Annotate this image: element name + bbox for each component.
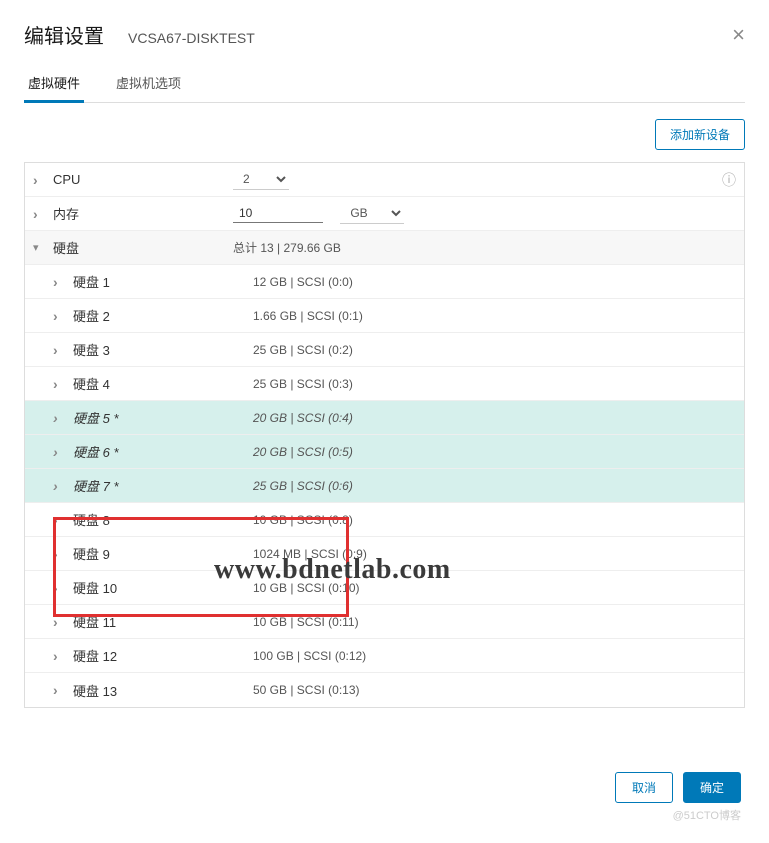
cpu-select[interactable]: 2 [233, 169, 289, 190]
disk-row[interactable]: 硬盘 8 10 GB | SCSI (0:8) [25, 503, 744, 537]
disk-row[interactable]: 硬盘 6 * 20 GB | SCSI (0:5) [25, 435, 744, 469]
disk-value: 10 GB | SCSI (0:8) [253, 513, 736, 527]
disk-label: 硬盘 2 [73, 306, 110, 325]
disk-value: 1.66 GB | SCSI (0:1) [253, 309, 736, 323]
disk-value: 10 GB | SCSI (0:10) [253, 581, 736, 595]
chevron-right-icon [53, 444, 67, 460]
chevron-right-icon [53, 614, 67, 630]
dialog-header: 编辑设置 VCSA67-DISKTEST × [24, 20, 745, 49]
info-icon[interactable] [722, 170, 736, 190]
chevron-right-icon [53, 546, 67, 562]
disk-value: 25 GB | SCSI (0:6) [253, 479, 736, 493]
disk-value: 100 GB | SCSI (0:12) [253, 649, 736, 663]
disk-value: 1024 MB | SCSI (0:9) [253, 547, 736, 561]
disks-label: 硬盘 [53, 238, 79, 257]
vm-name: VCSA67-DISKTEST [128, 30, 255, 46]
disk-row[interactable]: 硬盘 2 1.66 GB | SCSI (0:1) [25, 299, 744, 333]
disk-label: 硬盘 3 [73, 340, 110, 359]
disk-label: 硬盘 11 [73, 612, 116, 631]
disk-row[interactable]: 硬盘 9 1024 MB | SCSI (0:9) [25, 537, 744, 571]
disk-row[interactable]: 硬盘 13 50 GB | SCSI (0:13) [25, 673, 744, 707]
tab-vm-options[interactable]: 虚拟机选项 [112, 65, 185, 102]
memory-label: 内存 [53, 204, 79, 223]
disk-row[interactable]: 硬盘 3 25 GB | SCSI (0:2) [25, 333, 744, 367]
memory-input[interactable] [233, 204, 323, 223]
disk-value: 25 GB | SCSI (0:3) [253, 377, 736, 391]
dialog-title: 编辑设置 [24, 20, 104, 49]
disk-value: 10 GB | SCSI (0:11) [253, 615, 736, 629]
chevron-right-icon [33, 172, 47, 188]
tab-virtual-hardware[interactable]: 虚拟硬件 [24, 65, 84, 103]
close-icon[interactable]: × [732, 22, 745, 48]
memory-unit-select[interactable]: GB [340, 203, 404, 224]
disk-value: 20 GB | SCSI (0:5) [253, 445, 736, 459]
ok-button[interactable]: 确定 [683, 772, 741, 803]
chevron-right-icon [53, 682, 67, 698]
disk-row[interactable]: 硬盘 4 25 GB | SCSI (0:3) [25, 367, 744, 401]
chevron-right-icon [33, 206, 47, 222]
hardware-grid: CPU 2 内存 GB [24, 162, 745, 708]
disk-label: 硬盘 10 [73, 578, 117, 597]
chevron-right-icon [53, 342, 67, 358]
disk-label: 硬盘 6 * [73, 442, 119, 461]
disk-value: 25 GB | SCSI (0:2) [253, 343, 736, 357]
cpu-label: CPU [53, 172, 80, 187]
disk-label: 硬盘 9 [73, 544, 110, 563]
disk-label: 硬盘 12 [73, 646, 117, 665]
row-memory[interactable]: 内存 GB [25, 197, 744, 231]
disks-summary: 总计 13 | 279.66 GB [233, 239, 736, 256]
chevron-right-icon [53, 478, 67, 494]
chevron-right-icon [53, 274, 67, 290]
row-cpu[interactable]: CPU 2 [25, 163, 744, 197]
disk-row[interactable]: 硬盘 12 100 GB | SCSI (0:12) [25, 639, 744, 673]
disk-label: 硬盘 1 [73, 272, 110, 291]
tab-bar: 虚拟硬件 虚拟机选项 [24, 65, 745, 103]
disk-label: 硬盘 7 * [73, 476, 119, 495]
chevron-right-icon [53, 376, 67, 392]
disk-label: 硬盘 8 [73, 510, 110, 529]
disk-row[interactable]: 硬盘 11 10 GB | SCSI (0:11) [25, 605, 744, 639]
chevron-right-icon [53, 410, 67, 426]
chevron-right-icon [53, 580, 67, 596]
disk-row[interactable]: 硬盘 1 12 GB | SCSI (0:0) [25, 265, 744, 299]
disk-row[interactable]: 硬盘 10 10 GB | SCSI (0:10) [25, 571, 744, 605]
chevron-right-icon [53, 308, 67, 324]
disk-value: 12 GB | SCSI (0:0) [253, 275, 736, 289]
chevron-right-icon [53, 512, 67, 528]
disk-row[interactable]: 硬盘 7 * 25 GB | SCSI (0:6) [25, 469, 744, 503]
add-device-button[interactable]: 添加新设备 [655, 119, 745, 150]
chevron-down-icon [33, 241, 47, 254]
cancel-button[interactable]: 取消 [615, 772, 673, 803]
chevron-right-icon [53, 648, 67, 664]
disk-value: 20 GB | SCSI (0:4) [253, 411, 736, 425]
row-disks-header[interactable]: 硬盘 总计 13 | 279.66 GB [25, 231, 744, 265]
disk-label: 硬盘 5 * [73, 408, 119, 427]
footer-watermark: @51CTO博客 [24, 807, 745, 823]
disk-label: 硬盘 13 [73, 681, 117, 700]
disk-value: 50 GB | SCSI (0:13) [253, 683, 736, 697]
disk-label: 硬盘 4 [73, 374, 110, 393]
disk-row[interactable]: 硬盘 5 * 20 GB | SCSI (0:4) [25, 401, 744, 435]
